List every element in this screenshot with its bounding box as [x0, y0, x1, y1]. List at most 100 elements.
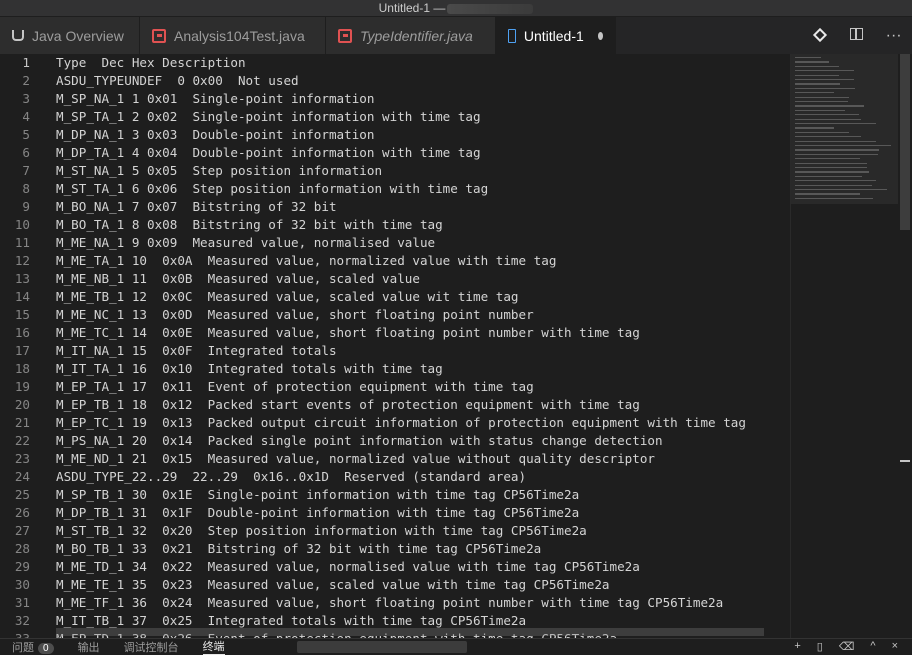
more-actions-icon[interactable]: ···	[883, 27, 905, 45]
line-text: ASDU_TYPE_22..29 22..29 0x16..0x1D Reser…	[56, 469, 527, 484]
line-text: M_IT_NA_1 15 0x0F Integrated totals	[56, 343, 337, 358]
code-line[interactable]: 5 M_DP_NA_1 3 0x03 Double-point informati…	[0, 126, 790, 144]
panel-bar: 问题 0 输出 调试控制台 终端 + ▯ ⌫ ^ ×	[0, 638, 912, 655]
code-line[interactable]: 21 M_EP_TC_1 19 0x13 Packed output circui…	[0, 414, 790, 432]
code-line[interactable]: 10 M_BO_TA_1 8 0x08 Bitstring of 32 bit w…	[0, 216, 790, 234]
line-number: 5	[22, 127, 30, 142]
tab-typeidentifier-java[interactable]: TypeIdentifier.java	[326, 17, 496, 54]
vertical-scrollbar-thumb[interactable]	[900, 54, 910, 230]
minimap[interactable]	[790, 54, 899, 638]
line-text: M_IT_TA_1 16 0x10 Integrated totals with…	[56, 361, 443, 376]
unsaved-dot-icon[interactable]	[597, 31, 603, 40]
minimap-line	[795, 101, 848, 103]
code-line[interactable]: 6 M_DP_TA_1 4 0x04 Double-point informati…	[0, 144, 790, 162]
line-number: 22	[14, 433, 30, 448]
vertical-scrollbar[interactable]	[898, 54, 912, 638]
minimap-line	[795, 65, 839, 68]
maximize-panel-icon[interactable]: ^	[870, 640, 875, 653]
minimap-slider[interactable]	[791, 54, 899, 204]
line-text: M_ME_TB_1 12 0x0C Measured value, scaled…	[56, 289, 519, 304]
git-compare-icon[interactable]	[809, 27, 831, 45]
code-line[interactable]: 9 M_BO_NA_1 7 0x07 Bitstring of 32 bit	[0, 198, 790, 216]
code-line[interactable]: 12 M_ME_TA_1 10 0x0A Measured value, norm…	[0, 252, 790, 270]
problems-count-badge: 0	[38, 642, 54, 654]
code-line[interactable]: 2 ASDU_TYPEUNDEF 0 0x00 Not used	[0, 72, 790, 90]
minimap-line	[795, 167, 867, 169]
minimap-line	[795, 105, 864, 107]
minimap-line	[795, 118, 861, 120]
code-line[interactable]: 27 M_ST_TB_1 32 0x20 Step position inform…	[0, 522, 790, 540]
editor-tab-bar: Java Overview Analysis104Test.java TypeIde…	[0, 17, 912, 54]
code-line[interactable]: 28 M_BO_TB_1 33 0x21 Bitstring of 32 bit …	[0, 540, 790, 558]
line-number: 32	[14, 613, 30, 628]
code-line[interactable]: 15 M_ME_NC_1 13 0x0D Measured value, shor…	[0, 306, 790, 324]
code-line[interactable]: 1 Type Dec Hex Description	[0, 54, 790, 72]
code-line[interactable]: 4 M_SP_TA_1 2 0x02 Single-point informati…	[0, 108, 790, 126]
code-line[interactable]: 25 M_SP_TB_1 30 0x1E Single-point informa…	[0, 486, 790, 504]
line-number: 3	[22, 91, 30, 106]
tab-java-overview[interactable]: Java Overview	[0, 17, 140, 54]
line-number: 6	[22, 145, 30, 160]
add-terminal-icon[interactable]: +	[794, 640, 800, 653]
minimap-line	[795, 171, 869, 173]
line-text: M_DP_NA_1 3 0x03 Double-point informatio…	[56, 127, 375, 142]
line-text: M_SP_NA_1 1 0x01 Single-point informatio…	[56, 91, 375, 106]
code-line[interactable]: 23 M_ME_ND_1 21 0x15 Measured value, norm…	[0, 450, 790, 468]
code-line[interactable]: 8 M_ST_TA_1 6 0x06 Step position informat…	[0, 180, 790, 198]
tab-terminal[interactable]: 终端	[202, 638, 225, 655]
split-terminal-icon[interactable]: ▯	[817, 640, 823, 653]
horizontal-scrollbar-thumb[interactable]	[56, 628, 764, 636]
minimap-line	[795, 162, 867, 164]
minimap-line	[795, 158, 860, 160]
minimap-line	[795, 87, 855, 90]
minimap-line	[795, 114, 859, 116]
tab-untitled-1[interactable]: Untitled-1	[496, 17, 616, 54]
java-cup-icon	[12, 30, 24, 41]
line-number: 9	[22, 199, 30, 214]
tab-label: Java Overview	[32, 27, 124, 44]
line-number: 10	[14, 217, 30, 232]
line-number: 23	[14, 451, 30, 466]
code-line[interactable]: 14 M_ME_TB_1 12 0x0C Measured value, scal…	[0, 288, 790, 306]
line-number: 16	[14, 325, 30, 340]
minimap-line	[795, 57, 821, 59]
tab-output[interactable]: 输出	[78, 639, 100, 655]
tab-problems-label: 问题	[12, 641, 34, 654]
line-text: M_ME_TE_1 35 0x23 Measured value, scaled…	[56, 577, 610, 592]
line-text: M_BO_NA_1 7 0x07 Bitstring of 32 bit	[56, 199, 337, 214]
code-line[interactable]: 31 M_ME_TF_1 36 0x24 Measured value, shor…	[0, 594, 790, 612]
line-number: 18	[14, 361, 30, 376]
minimap-line	[795, 175, 862, 178]
tab-debug-console[interactable]: 调试控制台	[124, 639, 179, 655]
panel-filter-input[interactable]	[296, 640, 467, 653]
line-text: M_SP_TB_1 30 0x1E Single-point informati…	[56, 487, 580, 502]
tab-label: TypeIdentifier.java	[360, 27, 473, 44]
code-line[interactable]: 19 M_EP_TA_1 17 0x11 Event of protection …	[0, 378, 790, 396]
code-line[interactable]: 26 M_DP_TB_1 31 0x1F Double-point informa…	[0, 504, 790, 522]
code-line[interactable]: 29 M_ME_TD_1 34 0x22 Measured value, norm…	[0, 558, 790, 576]
code-editor[interactable]: 1 Type Dec Hex Description 2 ASDU_TYPEUNDEF…	[0, 54, 790, 638]
code-line[interactable]: 24 ASDU_TYPE_22..29 22..29 0x16..0x1D Res…	[0, 468, 790, 486]
tab-problems[interactable]: 问题 0	[12, 639, 54, 655]
split-editor-icon[interactable]	[846, 27, 868, 45]
code-line[interactable]: 17 M_IT_NA_1 15 0x0F Integrated totals	[0, 342, 790, 360]
code-line[interactable]: 22 M_PS_NA_1 20 0x14 Packed single point …	[0, 432, 790, 450]
code-line[interactable]: 18 M_IT_TA_1 16 0x10 Integrated totals wi…	[0, 360, 790, 378]
line-text: M_EP_TC_1 19 0x13 Packed output circuit …	[56, 415, 746, 430]
code-line[interactable]: 16 M_ME_TC_1 14 0x0E Measured value, shor…	[0, 324, 790, 342]
line-text: M_ST_TA_1 6 0x06 Step position informati…	[56, 181, 489, 196]
trash-icon[interactable]: ⌫	[839, 640, 855, 653]
line-number: 13	[14, 271, 30, 286]
window-title: Untitled-1 —	[378, 1, 446, 15]
code-line[interactable]: 7 M_ST_NA_1 5 0x05 Step position informat…	[0, 162, 790, 180]
line-number: 27	[14, 523, 30, 538]
tab-analysis104test-java[interactable]: Analysis104Test.java	[140, 17, 326, 54]
code-line[interactable]: 13 M_ME_NB_1 11 0x0B Measured value, scal…	[0, 270, 790, 288]
code-line[interactable]: 11 M_ME_NA_1 9 0x09 Measured value, norma…	[0, 234, 790, 252]
code-line[interactable]: 20 M_EP_TB_1 18 0x12 Packed start events …	[0, 396, 790, 414]
minimap-line	[795, 79, 854, 81]
code-line[interactable]: 3 M_SP_NA_1 1 0x01 Single-point informati…	[0, 90, 790, 108]
code-line[interactable]: 30 M_ME_TE_1 35 0x23 Measured value, scal…	[0, 576, 790, 594]
line-text: M_DP_TB_1 31 0x1F Double-point informati…	[56, 505, 580, 520]
close-panel-icon[interactable]: ×	[892, 640, 898, 653]
